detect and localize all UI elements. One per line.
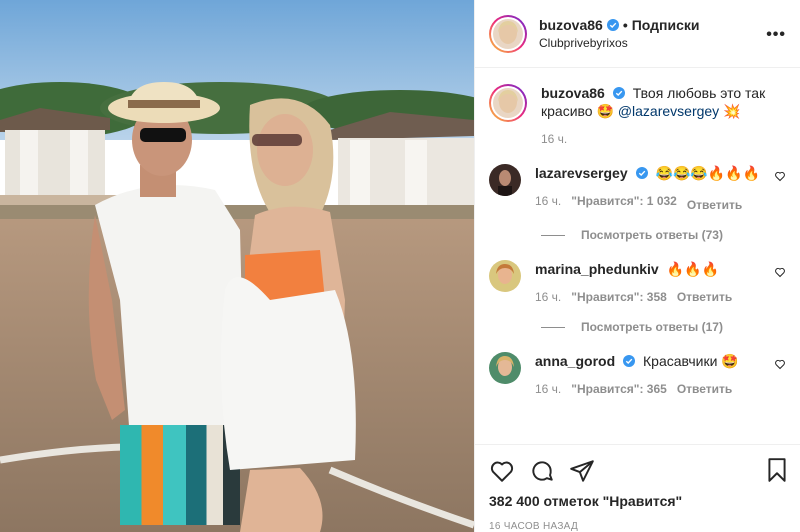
post-header: buzova86 • Подписки Clubprivebyrixos ••• [475,0,800,68]
comment-item: anna_gorod Красавчики 🤩 16 ч. "Нравится"… [489,352,786,396]
post-location[interactable]: Clubprivebyrixos [539,36,700,50]
comment-icon[interactable] [529,458,555,484]
post-side-panel: buzova86 • Подписки Clubprivebyrixos ••• [474,0,800,532]
caption-author-avatar[interactable] [489,84,527,122]
caption-mention-link[interactable]: @lazarevsergey [618,103,719,119]
commenter-username[interactable]: marina_phedunkiv [535,261,659,277]
replies-divider [541,326,565,328]
comment-time[interactable]: 16 ч. [535,382,561,396]
caption-username[interactable]: buzova86 [541,85,605,101]
commenter-avatar[interactable] [489,164,521,196]
verified-badge-icon [612,87,625,99]
comment-text: 🔥🔥🔥 [666,261,719,277]
caption-emoji: 💥 [723,103,741,119]
author-username[interactable]: buzova86 [539,17,603,33]
comment-text: 😂😂😂🔥🔥🔥 [655,165,761,181]
comment-item: lazarevsergey 😂😂😂🔥🔥🔥 16 ч. "Нравится": 1… [489,164,786,212]
verified-badge-icon [623,355,636,367]
commenter-avatar[interactable] [489,260,521,292]
replies-divider [541,234,565,236]
comment-text: Красавчики 🤩 [643,353,739,369]
more-options-icon[interactable]: ••• [766,26,786,44]
heart-icon[interactable] [489,458,515,484]
reply-button[interactable]: Ответить [677,290,732,304]
comment-likes[interactable]: "Нравится": 1 032 [571,194,677,212]
like-comment-heart-icon[interactable] [774,358,786,370]
commenter-username[interactable]: lazarevsergey [535,165,628,181]
comment-likes[interactable]: "Нравится": 365 [571,382,667,396]
like-comment-heart-icon[interactable] [774,266,786,278]
following-button[interactable]: Подписки [632,17,700,33]
verified-badge-icon [606,19,619,31]
author-avatar[interactable] [489,14,527,53]
comments-section: buzova86 Твоя любовь это так красиво 🤩 @… [475,68,800,444]
comment-likes[interactable]: "Нравится": 358 [571,290,667,304]
share-icon[interactable] [569,458,595,484]
commenter-username[interactable]: anna_gorod [535,353,615,369]
likes-count[interactable]: 382 400 отметок "Нравится" [489,493,786,509]
view-replies-button[interactable]: Посмотреть ответы (17) [541,320,786,334]
comment-time[interactable]: 16 ч. [535,194,561,212]
comment-item: marina_phedunkiv 🔥🔥🔥 16 ч. "Нравится": 3… [489,260,786,304]
view-replies-label: Посмотреть ответы (73) [581,228,723,242]
post-time-ago[interactable]: 16 ЧАСОВ НАЗАД [489,521,786,532]
bookmark-icon[interactable] [764,457,790,483]
reply-button[interactable]: Ответить [677,382,732,396]
commenter-avatar[interactable] [489,352,521,384]
caption-avatar-image [493,88,523,118]
post-photo[interactable] [0,0,474,532]
view-replies-label: Посмотреть ответы (17) [581,320,723,334]
instagram-post: buzova86 • Подписки Clubprivebyrixos ••• [0,0,800,532]
post-caption: buzova86 Твоя любовь это так красиво 🤩 @… [489,84,786,146]
like-comment-heart-icon[interactable] [774,170,786,182]
comment-time[interactable]: 16 ч. [535,290,561,304]
author-avatar-image [493,18,523,49]
header-separator: • [622,17,628,33]
verified-badge-icon [635,167,648,179]
view-replies-button[interactable]: Посмотреть ответы (73) [541,228,786,242]
beach-couple-photo [0,0,474,532]
caption-time[interactable]: 16 ч. [541,132,567,146]
caption-emoji: 🤩 [596,103,614,119]
reply-button[interactable]: Ответить [687,198,742,212]
post-actions: 382 400 отметок "Нравится" 16 ЧАСОВ НАЗА… [475,444,800,532]
